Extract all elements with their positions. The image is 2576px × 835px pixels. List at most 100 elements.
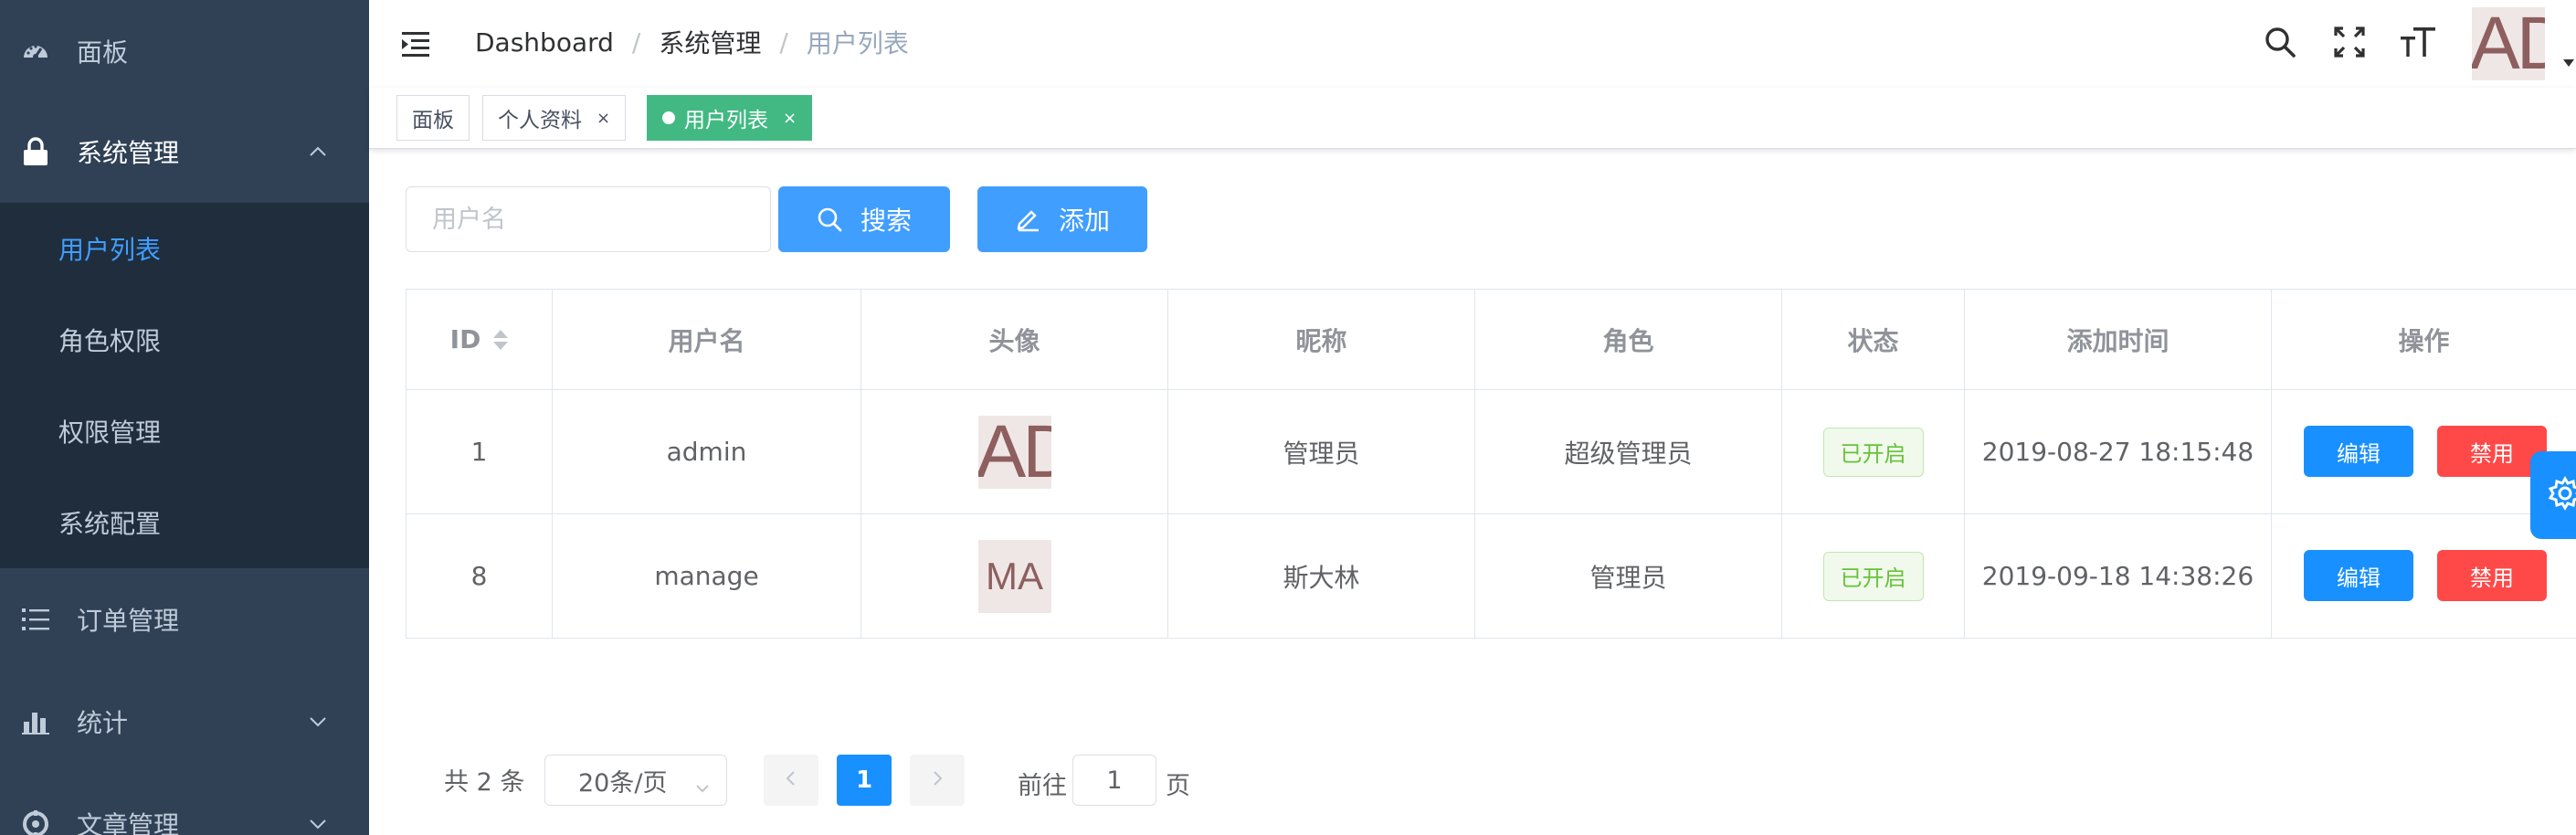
breadcrumb-separator: / bbox=[631, 26, 641, 58]
user-avatar[interactable]: AD bbox=[2472, 7, 2545, 80]
hamburger-icon[interactable] bbox=[398, 26, 435, 62]
font-size-icon[interactable] bbox=[2401, 24, 2437, 60]
sidebar-item-label: 用户列表 bbox=[58, 235, 162, 265]
lock-icon bbox=[20, 136, 51, 167]
column-header-created: 添加时间 bbox=[1965, 290, 2272, 390]
sidebar-item-dashboard[interactable]: 面板 bbox=[0, 0, 369, 102]
sidebar-submenu: 用户列表 角色权限 权限管理 系统配置 bbox=[0, 203, 369, 568]
navbar: Dashboard / 系统管理 / 用户列表 bbox=[369, 0, 2576, 89]
breadcrumb: Dashboard / 系统管理 / 用户列表 bbox=[475, 0, 909, 84]
page-size-value: 20条/页 bbox=[578, 768, 668, 798]
column-header-label: 用户名 bbox=[668, 325, 745, 356]
sidebar: 面板 系统管理 用户列表 角色权限 权限管理 系统配置 订单管理 统计 文章管理 bbox=[0, 0, 369, 835]
edit-button[interactable]: 编辑 bbox=[2304, 550, 2413, 601]
table-cell-avatar: MA bbox=[861, 514, 1168, 639]
sidebar-item-articles[interactable]: 文章管理 bbox=[0, 773, 369, 835]
username-input[interactable] bbox=[406, 186, 771, 252]
next-page-button[interactable] bbox=[910, 755, 965, 806]
sort-icon[interactable] bbox=[493, 329, 509, 350]
column-header-label: 添加时间 bbox=[2066, 325, 2170, 356]
sidebar-item-label: 角色权限 bbox=[58, 326, 162, 356]
chevron-up-icon bbox=[307, 141, 329, 163]
cell-text: 8 bbox=[470, 561, 488, 591]
column-header-username: 用户名 bbox=[553, 290, 861, 390]
compass-icon bbox=[20, 809, 51, 835]
table-cell-status: 已开启 bbox=[1782, 514, 1965, 639]
column-header-label: 操作 bbox=[2398, 325, 2450, 356]
breadcrumb-system[interactable]: 系统管理 bbox=[659, 24, 761, 60]
edit-button-label: 编辑 bbox=[2337, 440, 2381, 467]
search-button[interactable]: 搜索 bbox=[778, 186, 950, 252]
edit-button-label: 编辑 bbox=[2337, 565, 2381, 591]
disable-button-label: 禁用 bbox=[2470, 565, 2514, 591]
disable-button[interactable]: 禁用 bbox=[2437, 550, 2547, 601]
bar-chart-icon bbox=[20, 706, 51, 737]
edit-button[interactable]: 编辑 bbox=[2304, 426, 2413, 477]
search-icon[interactable] bbox=[2262, 24, 2298, 60]
settings-button[interactable] bbox=[2530, 451, 2576, 539]
table-cell-role: 管理员 bbox=[1475, 514, 1782, 639]
chevron-down-icon bbox=[695, 774, 710, 793]
column-header-avatar: 头像 bbox=[861, 290, 1168, 390]
list-icon bbox=[20, 604, 51, 635]
sidebar-item-permission-management[interactable]: 权限管理 bbox=[0, 386, 369, 477]
cell-text: admin bbox=[666, 437, 747, 467]
tag-profile[interactable]: 个人资料 × bbox=[482, 95, 627, 141]
sidebar-item-system-config[interactable]: 系统配置 bbox=[0, 477, 369, 568]
sidebar-item-system[interactable]: 系统管理 bbox=[0, 100, 369, 203]
tag-user-list[interactable]: 用户列表 × bbox=[647, 95, 813, 141]
table-cell-id: 1 bbox=[406, 390, 553, 514]
close-icon[interactable]: × bbox=[783, 109, 797, 128]
tag-dashboard[interactable]: 面板 bbox=[396, 95, 470, 141]
user-table: ID 用户名 头像 昵称 角色 状态 添加时间 操作 1 admin AD 管理… bbox=[406, 289, 2576, 639]
sidebar-item-statistics[interactable]: 统计 bbox=[0, 671, 369, 773]
column-header-nickname: 昵称 bbox=[1168, 290, 1475, 390]
add-button-label: 添加 bbox=[1058, 206, 1110, 236]
chevron-down-icon bbox=[307, 711, 329, 733]
sidebar-item-orders[interactable]: 订单管理 bbox=[0, 568, 369, 671]
cell-text: 超级管理员 bbox=[1564, 438, 1693, 469]
edit-icon bbox=[1015, 206, 1040, 232]
table-cell-created: 2019-08-27 18:15:48 bbox=[1965, 390, 2272, 514]
column-header-status: 状态 bbox=[1782, 290, 1965, 390]
sidebar-item-label: 面板 bbox=[77, 37, 129, 68]
column-header-label: ID bbox=[449, 324, 481, 354]
breadcrumb-separator: / bbox=[779, 26, 788, 58]
sidebar-item-user-list[interactable]: 用户列表 bbox=[0, 203, 369, 294]
avatar-text: AD bbox=[2472, 7, 2545, 80]
add-button[interactable]: 添加 bbox=[977, 186, 1147, 252]
breadcrumb-current: 用户列表 bbox=[806, 28, 909, 58]
goto-page-input[interactable] bbox=[1072, 755, 1156, 806]
cell-text: 斯大林 bbox=[1283, 562, 1360, 593]
tags-view: 面板 个人资料 × 用户列表 × bbox=[369, 88, 2576, 149]
tag-label: 面板 bbox=[412, 109, 454, 132]
pagination-total: 共 2 条 bbox=[444, 768, 525, 797]
status-badge: 已开启 bbox=[1822, 551, 1924, 601]
search-icon bbox=[817, 206, 842, 232]
cell-text: 2019-08-27 18:15:48 bbox=[1981, 437, 2254, 467]
prev-page-button[interactable] bbox=[764, 755, 818, 806]
table-cell-status: 已开启 bbox=[1782, 390, 1965, 514]
search-button-label: 搜索 bbox=[860, 206, 912, 236]
chevron-right-icon bbox=[931, 770, 944, 790]
table-cell-username: manage bbox=[553, 514, 861, 639]
sidebar-item-label: 系统配置 bbox=[58, 509, 162, 539]
caret-down-icon[interactable] bbox=[2561, 55, 2576, 67]
breadcrumb-dashboard[interactable]: Dashboard bbox=[475, 27, 614, 58]
page-number-current[interactable]: 1 bbox=[837, 755, 892, 806]
column-header-id[interactable]: ID bbox=[406, 290, 553, 390]
fullscreen-icon[interactable] bbox=[2331, 24, 2368, 60]
page-size-select[interactable]: 20条/页 bbox=[544, 755, 727, 806]
sidebar-item-label: 权限管理 bbox=[58, 418, 162, 448]
close-icon[interactable]: × bbox=[596, 109, 610, 128]
tag-label: 个人资料 bbox=[498, 109, 582, 132]
table-cell-avatar: AD bbox=[861, 390, 1168, 514]
cell-text: 管理员 bbox=[1589, 562, 1667, 593]
tag-label: 用户列表 bbox=[684, 109, 768, 132]
sidebar-item-role-permission[interactable]: 角色权限 bbox=[0, 294, 369, 386]
column-header-label: 头像 bbox=[988, 325, 1040, 356]
table-cell-id: 8 bbox=[406, 514, 553, 639]
table-cell-username: admin bbox=[553, 390, 861, 514]
cell-text: 管理员 bbox=[1283, 438, 1360, 469]
avatar-text: AD bbox=[977, 415, 1051, 489]
